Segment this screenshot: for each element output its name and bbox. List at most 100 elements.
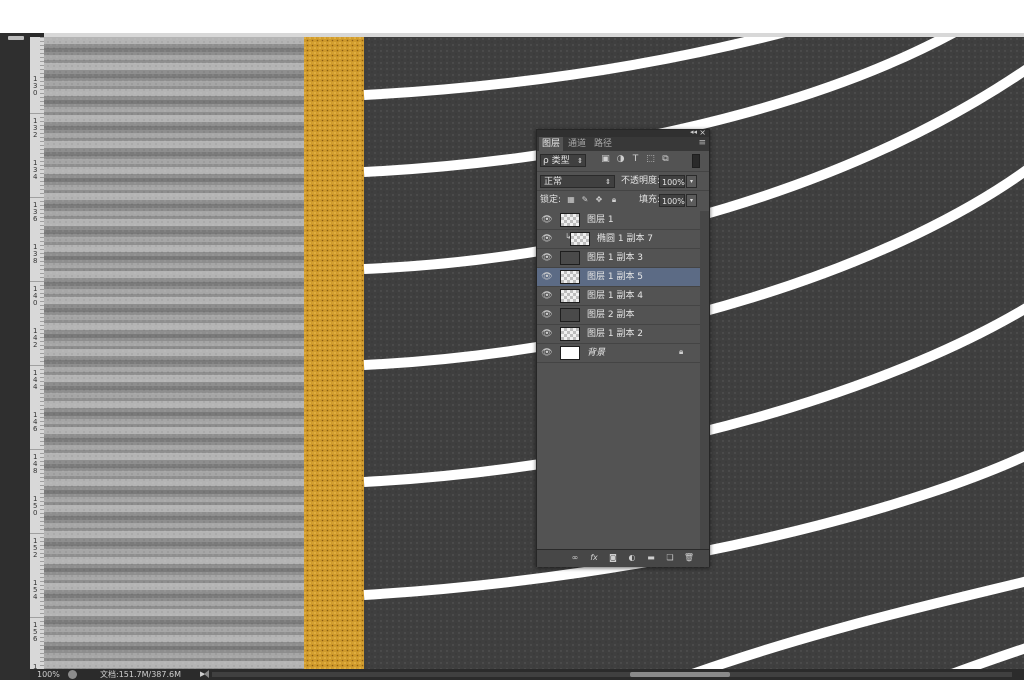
delete-layer-icon[interactable]: 🗑︎ (683, 552, 695, 564)
fill-input[interactable]: 100% (659, 194, 685, 207)
vertical-ruler: 130 132 134 136 138 140 142 144 146 148 150 152 154 1… (30, 37, 44, 669)
panel-tabs: 图层 通道 路径 ≡ (537, 137, 709, 151)
close-icon[interactable]: × (699, 128, 706, 137)
layer-name: 图层 1 (587, 215, 614, 225)
lock-transparent-icon[interactable]: ▦ (566, 195, 576, 205)
ruler-label: 130 (33, 75, 37, 97)
ruler-label-digit: 2 (33, 551, 37, 559)
link-layers-icon[interactable]: ∞ (569, 552, 581, 564)
ruler-label: 134 (33, 159, 38, 181)
layer-thumbnail (560, 346, 580, 360)
filter-adjustment-icon[interactable]: ◑ (615, 154, 626, 165)
filter-type-icon[interactable]: T (630, 154, 641, 165)
zoom-level[interactable]: 100% (37, 669, 60, 680)
eye-icon[interactable]: 👁︎ (541, 290, 553, 302)
eye-icon[interactable]: 👁︎ (541, 328, 553, 340)
eye-icon[interactable]: 👁︎ (541, 271, 553, 283)
filter-toggle-switch[interactable] (692, 154, 700, 168)
layer-row[interactable]: 👁︎ 图层 1 (537, 211, 700, 230)
ruler-label-digit: 4 (33, 593, 38, 601)
blend-mode-value: 正常 (544, 177, 563, 187)
layer-row[interactable]: 👁︎ 图层 1 副本 3 (537, 249, 700, 268)
scroll-left-icon[interactable] (204, 670, 209, 678)
blend-mode-select[interactable]: 正常 ⇕ (540, 175, 615, 188)
top-white-strip (0, 0, 1024, 33)
proof-icon[interactable] (68, 670, 77, 679)
lock-label: 锁定: (540, 195, 562, 205)
layer-row[interactable]: 👁︎ 图层 1 副本 5 (537, 268, 700, 287)
eye-icon[interactable]: 👁︎ (541, 252, 553, 264)
ruler-label-digit: 2 (33, 131, 37, 139)
layer-name: 图层 1 副本 2 (587, 329, 644, 339)
layer-row[interactable]: 👁︎ 图层 1 副本 2 (537, 325, 700, 344)
ruler-label-digit: 0 (33, 89, 37, 97)
ruler-label: 148 (33, 453, 38, 475)
tab-layers[interactable]: 图层 (539, 137, 564, 151)
layer-row[interactable]: 👁︎ 图层 2 副本 (537, 306, 700, 325)
layer-thumbnail (560, 270, 580, 284)
ruler-label-digit: 8 (33, 467, 37, 475)
layer-name: 背景 (587, 348, 606, 358)
lock-fill-row: 锁定: ▦ ✎ ✥ 🔒︎ 填充: 100% ▾ (537, 190, 709, 212)
chevron-updown-icon: ⇕ (577, 157, 583, 165)
new-layer-icon[interactable]: ❏ (664, 552, 676, 564)
opacity-input[interactable]: 100% (659, 175, 685, 188)
ruler-label-digit: 4 (33, 173, 38, 181)
new-group-icon[interactable]: ▬ (645, 552, 657, 564)
panel-menu-icon[interactable]: ≡ (698, 138, 706, 148)
ruler-label-digit: 6 (33, 425, 38, 433)
eye-icon[interactable]: 👁︎ (541, 309, 553, 321)
panel-grip-icon[interactable] (8, 36, 24, 40)
horizontal-scrollbar-thumb[interactable] (630, 672, 730, 677)
layer-style-fx-icon[interactable]: fx (588, 552, 600, 564)
panel-titlebar[interactable]: ◂◂ × (537, 128, 709, 137)
filter-pixel-icon[interactable]: ▣ (600, 154, 611, 165)
fill-slider-button[interactable]: ▾ (686, 194, 697, 207)
filter-smart-object-icon[interactable]: ⧉ (660, 154, 671, 165)
layers-panel: ◂◂ × 图层 通道 路径 ≡ ρ 类型 ⇕ ▣ ◑ T ⬚ ⧉ 正常 ⇕ 不透… (536, 128, 710, 567)
ruler-label: 144 (33, 369, 38, 391)
adjustment-layer-icon[interactable]: ◐ (626, 552, 638, 564)
filter-kind-label: ρ 类型 (543, 156, 570, 166)
tools-panel-collapsed (0, 33, 30, 680)
ruler-label-digit: 8 (33, 257, 37, 265)
layer-lock-icon: 🔒︎ (679, 347, 684, 356)
ruler-label: 152 (33, 537, 37, 559)
ruler-label: 140 (33, 285, 38, 307)
layer-row[interactable]: 👁︎ 背景 🔒︎ (537, 344, 700, 363)
lock-position-icon[interactable]: ✥ (594, 195, 604, 205)
ruler-label: 146 (33, 411, 38, 433)
document-canvas[interactable] (44, 37, 1024, 669)
ruler-label-digit: 0 (33, 509, 37, 517)
tab-channels[interactable]: 通道 (565, 137, 589, 151)
layer-thumbnail (560, 327, 580, 341)
eye-icon[interactable]: 👁︎ (541, 214, 553, 226)
layer-thumbnail (560, 289, 580, 303)
filter-kind-select[interactable]: ρ 类型 ⇕ (540, 154, 586, 167)
layer-name: 图层 1 副本 4 (587, 291, 644, 301)
layer-thumbnail (560, 308, 580, 322)
filter-shape-icon[interactable]: ⬚ (645, 154, 656, 165)
blend-opacity-row: 正常 ⇕ 不透明度: 100% ▾ (537, 171, 709, 190)
layer-name: 图层 1 副本 3 (587, 253, 644, 263)
opacity-slider-button[interactable]: ▾ (686, 175, 697, 188)
layer-thumbnail (560, 251, 580, 265)
add-mask-icon[interactable]: ◙ (607, 552, 619, 564)
gold-foil-band (304, 37, 364, 669)
lock-image-icon[interactable]: ✎ (580, 195, 590, 205)
layer-row[interactable]: 👁︎ 图层 1 副本 4 (537, 287, 700, 306)
horizontal-scrollbar[interactable] (212, 672, 1012, 677)
collapse-icon[interactable]: ◂◂ (690, 128, 697, 136)
layers-scrollbar[interactable] (700, 211, 709, 549)
eye-icon[interactable]: 👁︎ (541, 347, 553, 359)
layer-name: 椭圆 1 副本 7 (597, 234, 654, 244)
ruler-label-digit: 4 (33, 383, 38, 391)
lock-all-icon[interactable]: 🔒︎ (609, 195, 619, 205)
ruler-label-digit: 2 (33, 341, 37, 349)
ruler-label-digit: 0 (33, 299, 37, 307)
layer-row[interactable]: 👁︎ ↳ 椭圆 1 副本 7 (537, 230, 700, 249)
ruler-label: 156 (33, 621, 38, 643)
tab-paths[interactable]: 路径 (591, 137, 615, 151)
ruler-label: 136 (33, 201, 38, 223)
eye-icon[interactable]: 👁︎ (541, 233, 553, 245)
